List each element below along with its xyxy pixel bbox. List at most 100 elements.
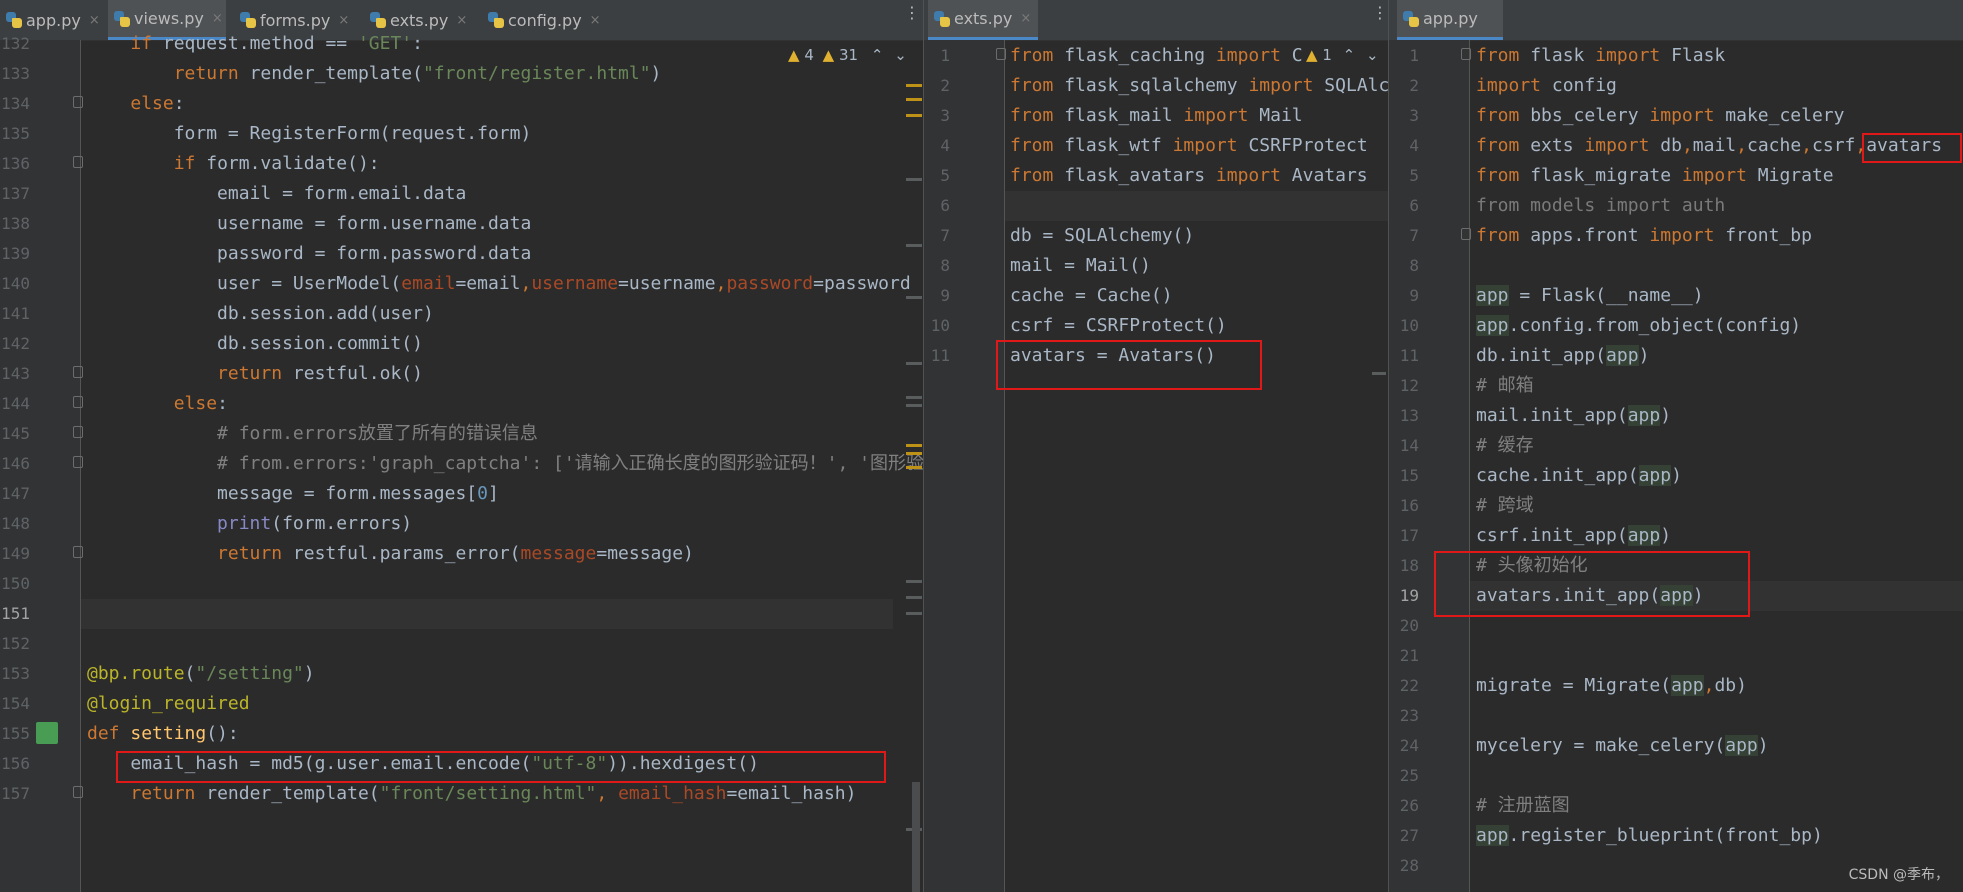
warning-icon: ▲ bbox=[788, 46, 800, 64]
close-icon[interactable]: × bbox=[456, 13, 467, 28]
line-number: 22 bbox=[1399, 676, 1419, 695]
tab-label: app.py bbox=[26, 10, 81, 30]
code-line: form = RegisterForm(request.form) bbox=[87, 123, 532, 144]
highlight-box bbox=[996, 340, 1262, 390]
line-number: 1 bbox=[940, 46, 950, 65]
warning-marker[interactable] bbox=[906, 84, 922, 87]
scrollbar[interactable] bbox=[912, 782, 920, 892]
python-file-icon bbox=[6, 12, 22, 28]
line-number: 145 bbox=[1, 424, 30, 443]
chevron-up-icon[interactable]: ⌃ bbox=[1343, 46, 1356, 64]
chevron-up-icon[interactable]: ⌃ bbox=[871, 46, 884, 64]
line-number: 153 bbox=[1, 664, 30, 683]
code-line: from flask_mail import Mail bbox=[1010, 105, 1303, 126]
warning-marker[interactable] bbox=[906, 244, 922, 247]
code-line: db.init_app(app) bbox=[1476, 345, 1650, 366]
warning-marker[interactable] bbox=[906, 404, 922, 407]
line-number: 27 bbox=[1399, 826, 1419, 845]
inspection-widget[interactable]: ▲ 1 ⌃ ⌄ bbox=[1302, 46, 1383, 64]
warning-count: 1 bbox=[1322, 46, 1332, 64]
line-number: 156 bbox=[1, 754, 30, 773]
tab-exts-py[interactable]: exts.py × bbox=[928, 0, 1038, 40]
line-number: 12 bbox=[1399, 376, 1419, 395]
tab-label: app.py bbox=[1423, 9, 1478, 28]
code-area[interactable]: from flask import Flask import config fr… bbox=[1434, 40, 1963, 892]
line-number: 2 bbox=[940, 76, 950, 95]
line-number: 10 bbox=[1399, 316, 1419, 335]
code-line: mail.init_app(app) bbox=[1476, 405, 1672, 426]
editor-pane-views[interactable]: app.py × views.py × forms.py × exts.py ×… bbox=[0, 0, 923, 892]
editor-pane-exts[interactable]: exts.py × ⋮ 1 2 3 4 5 6 7 8 9 10 11 from… bbox=[924, 0, 1388, 892]
line-number: 26 bbox=[1399, 796, 1419, 815]
code-line: db = SQLAlchemy() bbox=[1010, 225, 1195, 246]
code-line: app.config.from_object(config) bbox=[1476, 315, 1802, 336]
warning-marker[interactable] bbox=[906, 178, 922, 181]
code-line: from flask_caching import Cache bbox=[1010, 45, 1346, 66]
highlight-box bbox=[1862, 133, 1962, 163]
code-line: # 缓存 bbox=[1476, 435, 1534, 456]
code-line: from flask_sqlalchemy import SQLAlchemy bbox=[1010, 75, 1388, 96]
line-number: 137 bbox=[1, 184, 30, 203]
current-line-highlight bbox=[81, 599, 893, 629]
line-number: 9 bbox=[940, 286, 950, 305]
code-line: app = Flask(__name__) bbox=[1476, 285, 1704, 306]
line-number: 138 bbox=[1, 214, 30, 233]
line-number: 17 bbox=[1399, 526, 1419, 545]
warning-marker[interactable] bbox=[906, 114, 922, 117]
warning-marker[interactable] bbox=[906, 466, 922, 469]
line-number: 10 bbox=[930, 316, 950, 335]
line-number: 142 bbox=[1, 334, 30, 353]
python-file-icon bbox=[1403, 10, 1419, 27]
code-area[interactable]: if request.method == 'GET': return rende… bbox=[81, 33, 923, 892]
warning-marker[interactable] bbox=[906, 362, 922, 365]
code-line: @bp.route("/setting") bbox=[87, 663, 315, 684]
line-number: 132 bbox=[1, 34, 30, 53]
warning-marker[interactable] bbox=[906, 98, 922, 101]
line-number: 14 bbox=[1399, 436, 1419, 455]
code-line: # 跨域 bbox=[1476, 495, 1534, 516]
tab-app-py[interactable]: app.py bbox=[1397, 0, 1503, 40]
tab-config-py[interactable]: config.py × bbox=[482, 0, 606, 40]
close-icon[interactable]: × bbox=[89, 13, 100, 28]
code-line: if request.method == 'GET': bbox=[130, 33, 423, 54]
code-line: # 注册蓝图 bbox=[1476, 795, 1570, 816]
close-icon[interactable]: × bbox=[338, 13, 349, 28]
warning-marker[interactable] bbox=[906, 596, 922, 599]
line-number: 4 bbox=[1409, 136, 1419, 155]
chevron-down-icon[interactable]: ⌄ bbox=[1366, 46, 1379, 64]
tab-label: views.py bbox=[134, 9, 204, 28]
inspection-widget[interactable]: ▲ 4 ▲ 31 ⌃ ⌄ bbox=[788, 46, 907, 64]
warning-marker[interactable] bbox=[1372, 372, 1386, 375]
warning-marker[interactable] bbox=[906, 580, 922, 583]
code-line: migrate = Migrate(app,db) bbox=[1476, 675, 1747, 696]
warning-marker[interactable] bbox=[906, 296, 922, 299]
watermark: CSDN @季布， bbox=[1848, 867, 1949, 883]
code-line: # from.errors:'graph_captcha': ['请输入正确长度… bbox=[217, 453, 923, 474]
code-line: user = UserModel(email=email,username=us… bbox=[87, 273, 911, 294]
more-tabs-icon[interactable]: ⋮ bbox=[904, 5, 920, 30]
line-gutter: 132 133 134 135 136 137 138 139 140 141 … bbox=[0, 34, 83, 892]
warning-marker[interactable] bbox=[906, 396, 922, 399]
line-number: 28 bbox=[1399, 856, 1419, 875]
run-gutter-icon[interactable] bbox=[36, 722, 58, 744]
line-number: 150 bbox=[1, 574, 30, 593]
more-tabs-icon[interactable]: ⋮ bbox=[1372, 5, 1388, 30]
close-icon[interactable]: × bbox=[212, 11, 223, 26]
editor-pane-app[interactable]: app.py 1 2 3 4 5 6 7 8 9 10 11 12 13 14 … bbox=[1389, 0, 1963, 892]
code-line: from bbs_celery import make_celery bbox=[1476, 105, 1845, 126]
code-line: csrf = CSRFProtect() bbox=[1010, 315, 1227, 336]
code-area[interactable]: from flask_caching import Cache from fla… bbox=[996, 40, 1388, 892]
close-icon[interactable]: × bbox=[590, 13, 601, 28]
warning-marker[interactable] bbox=[906, 444, 922, 447]
tab-bar: app.py bbox=[1389, 0, 1963, 41]
line-number: 15 bbox=[1399, 466, 1419, 485]
close-icon[interactable]: × bbox=[1020, 11, 1031, 26]
warning-marker[interactable] bbox=[906, 612, 922, 615]
line-number: 2 bbox=[1409, 76, 1419, 95]
line-number: 6 bbox=[940, 196, 950, 215]
code-line: # form.errors放置了所有的错误信息 bbox=[217, 423, 538, 444]
chevron-down-icon[interactable]: ⌄ bbox=[894, 46, 907, 64]
line-number: 149 bbox=[1, 544, 30, 563]
warning-marker[interactable] bbox=[906, 452, 922, 455]
line-number: 146 bbox=[1, 454, 30, 473]
